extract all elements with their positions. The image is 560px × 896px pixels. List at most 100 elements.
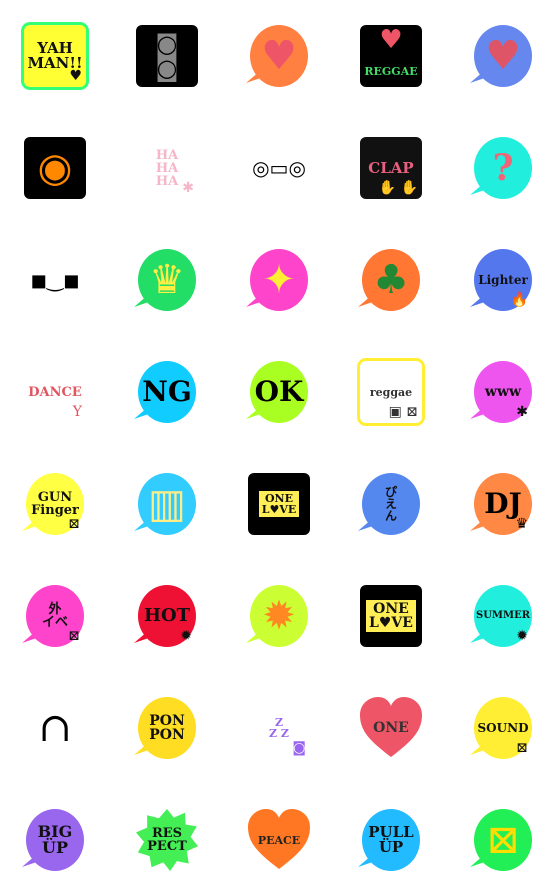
sticker-square-shape: ◙ ◙ (136, 25, 198, 87)
sticker-label: ONE (373, 720, 409, 736)
hands-icon: ✋ ✋ (378, 180, 418, 196)
sticker[interactable]: ◉ (20, 133, 90, 203)
sticker-bubble-shape: ▥ (138, 473, 196, 535)
beer-icon: ▥ (148, 481, 186, 527)
sticker-label: DANCE (28, 384, 82, 400)
sticker-square-shape: ▣ ⊠ reggae (360, 361, 422, 423)
sticker[interactable]: PULL ÜP (356, 805, 426, 875)
sticker[interactable]: ✹ SUMMER (468, 581, 538, 651)
sticker-none-shape: ◼‿◼ (24, 249, 86, 311)
sticker[interactable]: ぴ え ん (356, 469, 426, 539)
sticker[interactable]: ⊠ GUN Finger (20, 469, 90, 539)
sticker-grid: ♥ YAH MAN!! ◙ ◙ ♥ ♥ REGGAE ♥ ◉ ✱ HA HA HA ◎▭◎ ✋ ✋ CL… (0, 0, 560, 896)
sticker[interactable]: Y DANCE (20, 357, 90, 427)
sticker[interactable]: ✹ HOT (132, 581, 202, 651)
sticker-bubble-shape: ⊠ GUN Finger (26, 473, 84, 535)
sticker-heart-shape: ONE (360, 697, 422, 759)
sun-icon: ✹ (262, 593, 296, 639)
sticker[interactable]: ONE L♥VE (244, 469, 314, 539)
sticker[interactable]: ◎▭◎ (244, 133, 314, 203)
sticker[interactable]: ⊠ SOUND (468, 693, 538, 763)
sticker-bubble-shape: ⊠ 外 イベ (26, 585, 84, 647)
sticker[interactable]: ∩ (20, 693, 90, 763)
sticker-star-shape: RES PECT (136, 809, 198, 871)
sticker[interactable]: ▣ ⊠ reggae (356, 357, 426, 427)
sticker[interactable]: ♥ YAH MAN!! (20, 21, 90, 91)
sticker-bubble-shape: 🔥 Lighter (474, 249, 532, 311)
sticker[interactable]: ONE (356, 693, 426, 763)
sparkle-icon: ✦ (262, 257, 296, 303)
sticker[interactable]: ⊠ (468, 805, 538, 875)
sticker-label: ぴ え ん (384, 485, 397, 523)
sticker-bubble-shape: ぴ え ん (362, 473, 420, 535)
sticker[interactable]: 🔥 Lighter (468, 245, 538, 315)
sticker-label: REGGAE (364, 64, 418, 78)
sticker-bubble-shape: ✹ SUMMER (474, 585, 532, 647)
sticker-bubble-shape: BIG ÜP (26, 809, 84, 871)
sticker[interactable]: BIG ÜP (20, 805, 90, 875)
sticker[interactable]: ▥ (132, 469, 202, 539)
sticker[interactable]: ✹ (244, 581, 314, 651)
sticker-none-shape: ◙ Z Z Z (248, 697, 310, 759)
sticker[interactable]: OK (244, 357, 314, 427)
sticker-label: www (484, 384, 522, 400)
sticker-label: OK (254, 375, 304, 408)
heart-icon: ♥ (379, 25, 403, 55)
sticker[interactable]: ✦ (244, 245, 314, 315)
jamaica-flag-icon: ⊠ (516, 740, 528, 756)
sticker[interactable]: ⊠ 外 イベ (20, 581, 90, 651)
sticker[interactable]: ✋ ✋ CLAP (356, 133, 426, 203)
sticker[interactable]: ♣ (356, 245, 426, 315)
sticker-none-shape: Y DANCE (24, 361, 86, 423)
heart-icon: ♥ (261, 33, 297, 79)
sticker-bubble-shape: PULL ÜP (362, 809, 420, 871)
jamaica-flag-icon: ⊠ (68, 516, 80, 532)
sticker[interactable]: ◙ Z Z Z (244, 693, 314, 763)
sticker-square-shape: ♥ REGGAE (360, 25, 422, 87)
sticker[interactable]: ◙ ◙ (132, 21, 202, 91)
sticker[interactable]: ◼‿◼ (20, 245, 90, 315)
sticker-label: NG (142, 375, 192, 408)
leaf-icon: ✱ (516, 404, 528, 420)
sticker-bubble-shape: ♥ (250, 25, 308, 87)
sticker[interactable]: PEACE (244, 805, 314, 875)
sticker-none-shape: ∩ (24, 697, 86, 759)
sticker-bubble-shape: ✹ HOT (138, 585, 196, 647)
sticker[interactable]: NG (132, 357, 202, 427)
sticker-label: reggae (369, 385, 413, 399)
sticker-label: PULL ÜP (368, 823, 414, 856)
sticker[interactable]: ♛ DJ (468, 469, 538, 539)
sticker-bubble-shape: ⊠ (474, 809, 532, 871)
sticker-bubble-shape: ⊠ SOUND (474, 697, 532, 759)
sticker[interactable]: ONE L♥VE (356, 581, 426, 651)
sticker[interactable]: ♥ REGGAE (356, 21, 426, 91)
sticker[interactable]: PON PON (132, 693, 202, 763)
flame-icon: 🔥 (510, 292, 528, 308)
sticker-label: ONE L♥VE (256, 489, 302, 519)
sticker-heart-shape: PEACE (248, 809, 310, 871)
jamaica-flag-icon: ⊠ (68, 628, 80, 644)
headphones-icon: ∩ (38, 705, 72, 751)
sticker[interactable]: ? (468, 133, 538, 203)
sticker-square-shape: ONE L♥VE (248, 473, 310, 535)
sticker[interactable]: ✱ www (468, 357, 538, 427)
jamaica-flag-icon: ⊠ (486, 817, 520, 863)
sticker-bubble-shape: ✱ www (474, 361, 532, 423)
speaker-icon: ◙ ◙ (155, 30, 179, 82)
sticker[interactable]: ♥ (468, 21, 538, 91)
sticker-label: 外 イベ (41, 602, 68, 630)
speaker-icon: ◙ (292, 740, 306, 756)
sticker[interactable]: ✱ HA HA HA (132, 133, 202, 203)
sun-icon: ✹ (516, 628, 528, 644)
sticker[interactable]: RES PECT (132, 805, 202, 875)
dancer-icon: Y (72, 404, 82, 420)
sticker[interactable]: ♥ (244, 21, 314, 91)
sticker-bubble-shape: PON PON (138, 697, 196, 759)
heart-icon: ♥ (485, 33, 521, 79)
sticker-label: BIG ÜP (37, 822, 73, 857)
sticker-label: GUN Finger (31, 490, 79, 518)
sticker-label: DJ (484, 487, 522, 520)
boombox-icon: ◎▭◎ (252, 156, 306, 180)
sticker-none-shape: ✱ HA HA HA (136, 137, 198, 199)
sticker[interactable]: ♛ (132, 245, 202, 315)
